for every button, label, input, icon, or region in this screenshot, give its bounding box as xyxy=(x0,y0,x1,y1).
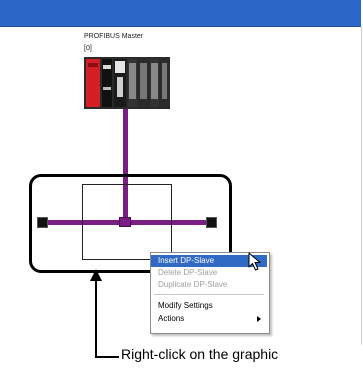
plc-master-icon[interactable] xyxy=(84,57,170,109)
pointer-arrow-foot xyxy=(95,356,119,358)
mouse-pointer-icon xyxy=(248,252,261,271)
window-titlebar xyxy=(0,0,361,27)
submenu-arrow-icon xyxy=(257,316,261,322)
master-index: [0] xyxy=(84,45,92,52)
instruction-caption: Right-click on the graphic xyxy=(121,346,279,362)
master-title: PROFIBUS Master xyxy=(84,33,144,40)
menu-separator xyxy=(154,294,264,295)
menu-item-actions[interactable]: Actions xyxy=(151,313,267,325)
menu-item-duplicate-dp-slave[interactable]: Duplicate DP-Slave xyxy=(151,279,267,291)
menu-item-actions-label: Actions xyxy=(158,314,185,323)
pointer-arrow-shaft xyxy=(95,280,97,358)
menu-item-modify-settings[interactable]: Modify Settings xyxy=(151,300,267,312)
